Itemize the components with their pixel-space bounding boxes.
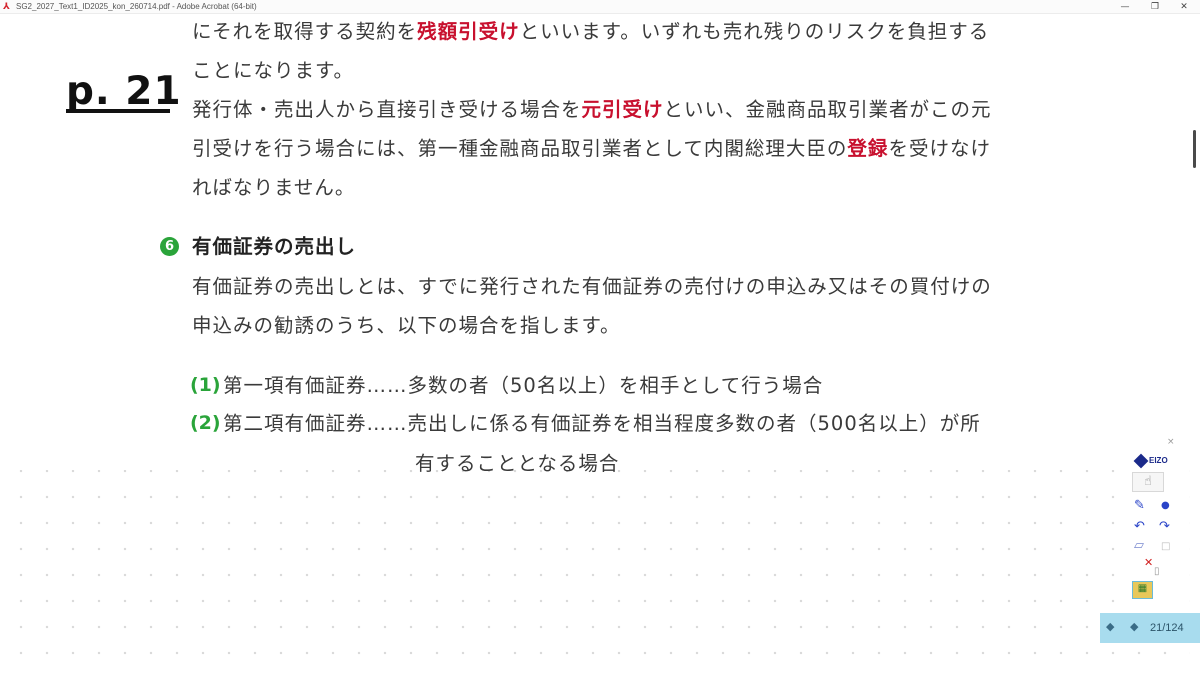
section-body-line: 有価証券の売出しとは、すでに発行された有価証券の売付けの申込み又はその買付けの — [192, 275, 992, 298]
eizo-logo-text: EIZO — [1149, 456, 1168, 465]
text-run: 発行体・売出人から直接引き受ける場合を — [192, 98, 582, 121]
paragraph-line: 発行体・売出人から直接引き受ける場合を元引受けといい、金融商品取引業者がこの元 — [192, 90, 992, 129]
text-run: を受けなけ — [888, 137, 991, 160]
text-run: ればなりません。 — [192, 176, 356, 199]
close-button[interactable]: ✕ — [1171, 1, 1197, 13]
list-item-text: 第一項有価証券……多数の者（50名以上）を相手として行う場合 — [223, 374, 824, 397]
section-heading: 有価証券の売出し — [192, 235, 357, 258]
text-run: といいます。いずれも売れ残りのリスクを負担する — [519, 20, 990, 43]
screenshot-icon[interactable]: ▦ — [1132, 581, 1153, 599]
emphasis-term: 残額引受け — [417, 20, 520, 43]
pen-icon[interactable]: ✎ — [1134, 499, 1145, 513]
section-number-badge: 6 — [160, 237, 179, 256]
next-page-icon[interactable]: ◆ — [1130, 620, 1138, 633]
paragraph-line: ればなりません。 — [192, 168, 355, 207]
page-label-underline — [66, 109, 170, 113]
page-navigator: ◆ ◆ 21/124 — [1100, 613, 1200, 643]
eizo-logo-icon — [1133, 453, 1149, 469]
emphasis-term: 登録 — [847, 137, 889, 160]
previous-page-icon[interactable]: ◆ — [1106, 620, 1114, 633]
undo-icon[interactable]: ↶ — [1134, 520, 1145, 534]
text-run: といい、金融商品取引業者がこの元 — [663, 98, 992, 121]
list-item-number: (1) — [190, 374, 221, 396]
pen-tool-palette: × EIZO ☝ ✎ ● ↶ ↷ ▱ □ ✕ ▯ ▦ — [1129, 437, 1179, 607]
restore-button[interactable]: ❐ — [1142, 1, 1168, 13]
redo-icon[interactable]: ↷ — [1159, 520, 1170, 534]
text-run: にそれを取得する契約を — [192, 20, 418, 43]
list-item-number: (2) — [190, 412, 221, 434]
minimize-button[interactable]: — — [1112, 1, 1138, 13]
text-run: 引受けを行う場合には、第一種金融商品取引業者として内閣総理大臣の — [192, 137, 848, 160]
clear-icon[interactable]: ✕ — [1144, 556, 1153, 570]
paragraph-line: にそれを取得する契約を残額引受けといいます。いずれも売れ残りのリスクを負担する — [192, 12, 989, 51]
page-indicator: 21/124 — [1150, 622, 1184, 634]
page-background-dots — [0, 470, 1190, 675]
text-run: ことになります。 — [192, 59, 355, 82]
vertical-scrollbar[interactable] — [1190, 15, 1200, 675]
eraser-icon[interactable]: ▱ — [1134, 539, 1144, 553]
page-number-label: p. 21 — [66, 69, 182, 114]
dot-icon[interactable]: ● — [1161, 499, 1170, 513]
square-icon[interactable]: □ — [1161, 540, 1170, 554]
hand-icon[interactable]: ☝ — [1132, 472, 1164, 492]
section-body-line: 申込みの勧誘のうち、以下の場合を指します。 — [192, 314, 621, 337]
palette-close-icon[interactable]: × — [1167, 437, 1175, 447]
scrollbar-thumb[interactable] — [1193, 130, 1196, 168]
list-item-continuation: 有することとなる場合 — [415, 452, 620, 475]
paragraph-line: ことになります。 — [192, 51, 354, 90]
paragraph-line: 引受けを行う場合には、第一種金融商品取引業者として内閣総理大臣の登録を受けなけ — [192, 129, 991, 168]
page-icon[interactable]: ▯ — [1154, 565, 1160, 579]
adobe-acrobat-icon: ⅄ — [3, 2, 10, 12]
list-item-text: 第二項有価証券……売出しに係る有価証券を相当程度多数の者（500名以上）が所 — [223, 412, 981, 435]
emphasis-term: 元引受け — [581, 98, 664, 121]
